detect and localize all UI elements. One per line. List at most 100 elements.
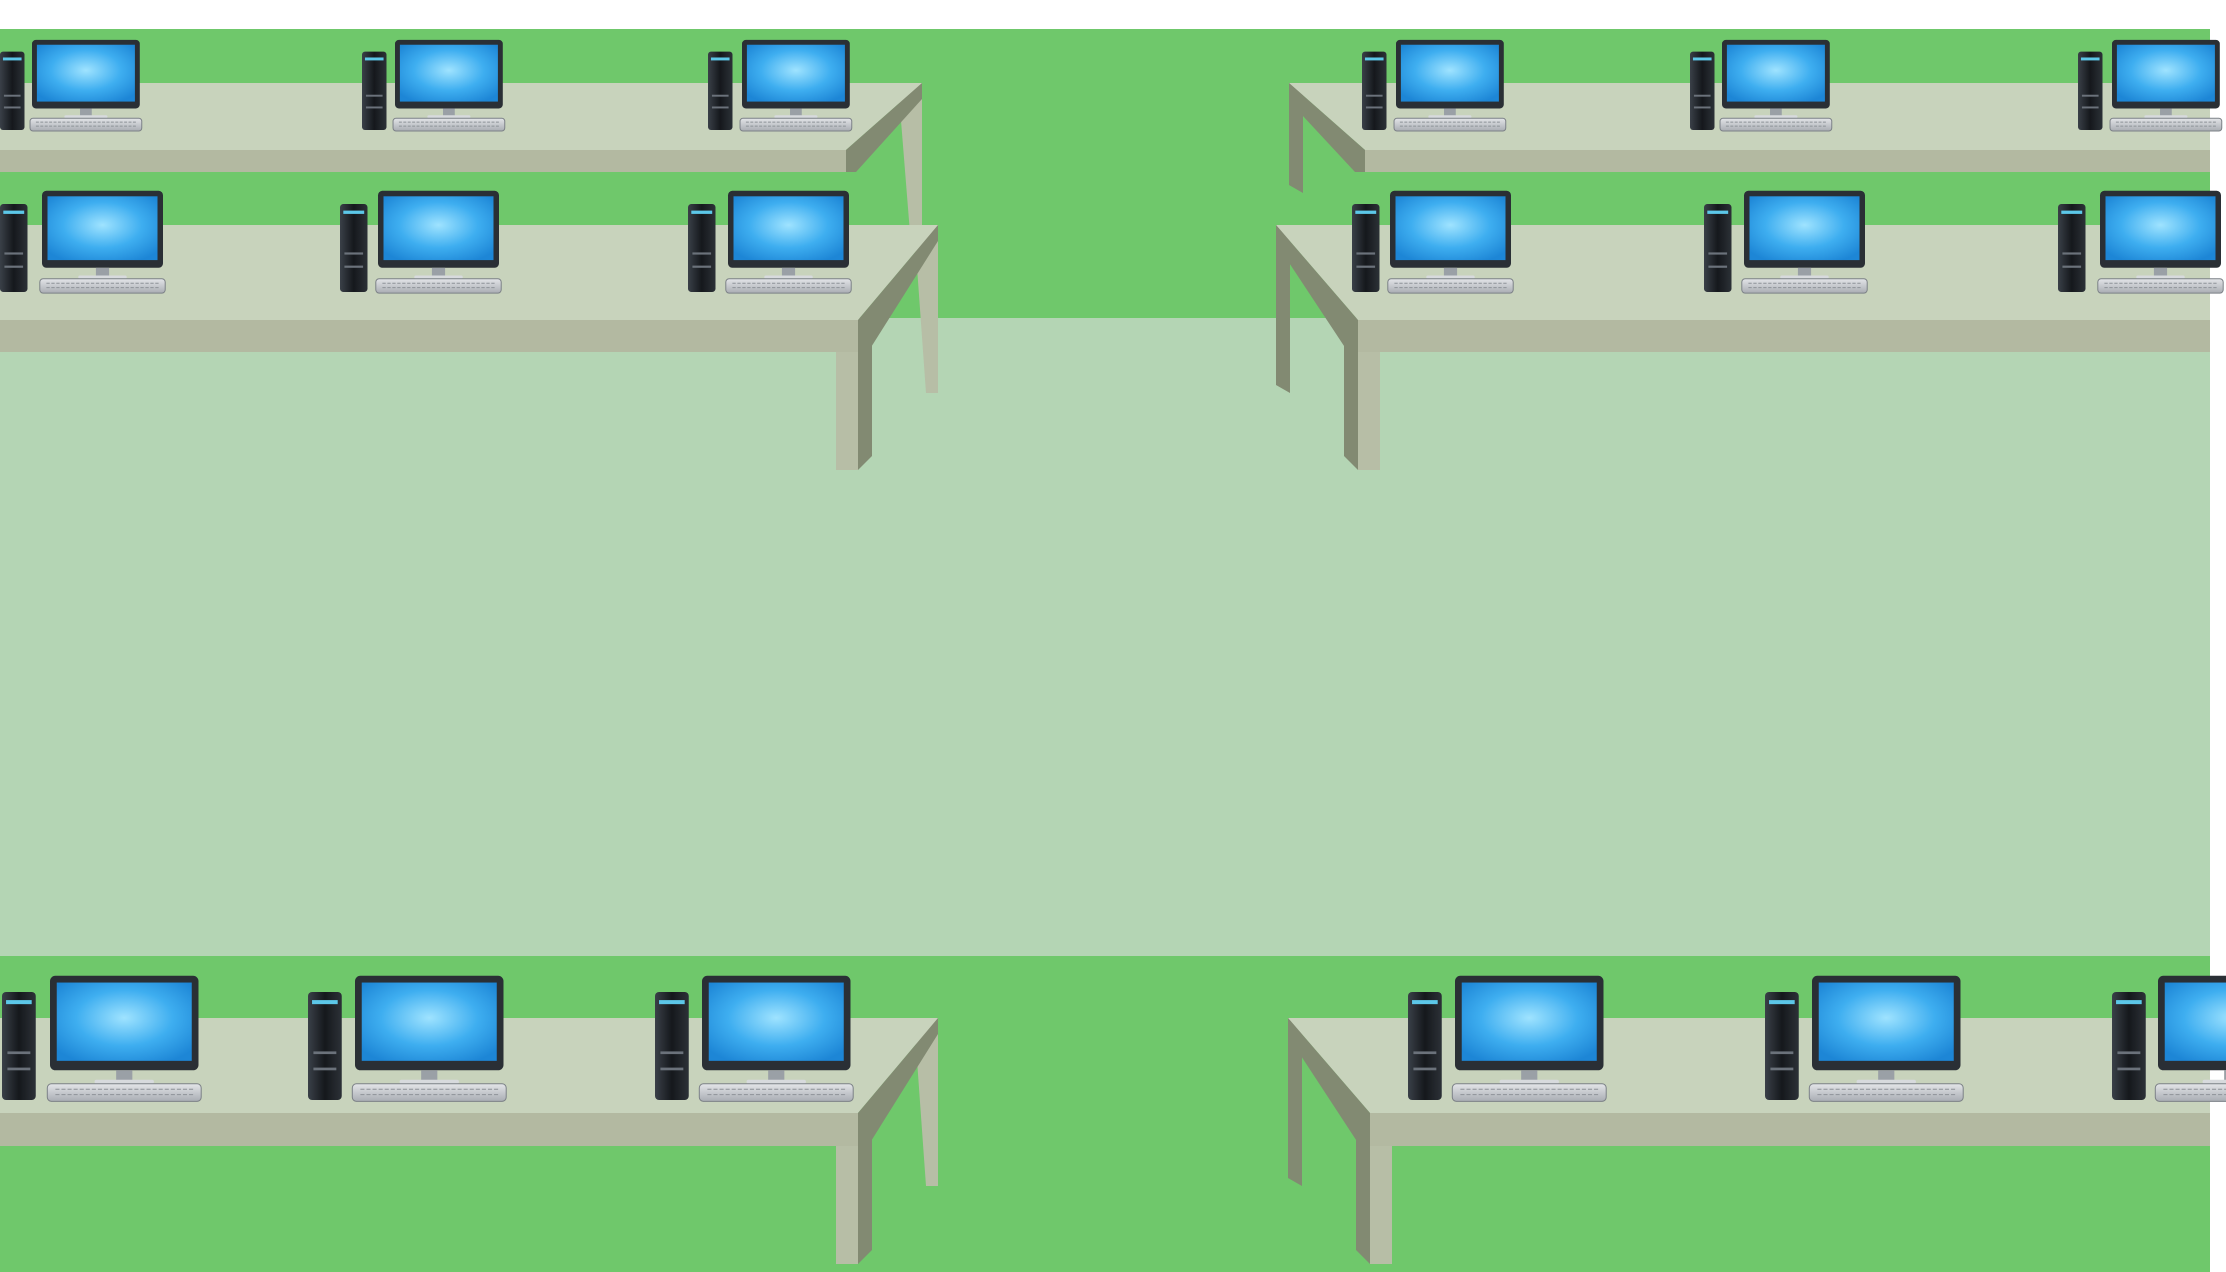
keyboard-icon [46, 1083, 202, 1102]
tower-slot [1413, 1051, 1437, 1055]
monitor-screen [56, 982, 192, 1061]
monitor-screen [1395, 196, 1506, 261]
keyboard-icon [1719, 117, 1833, 132]
tower-icon [2078, 51, 2103, 130]
monitor-base [2202, 1079, 2226, 1084]
keyboard-icon [39, 278, 166, 294]
desk-front-edge [1358, 320, 2210, 352]
tower-slot [4, 252, 24, 255]
monitor-base [1499, 1079, 1559, 1084]
tower-light [2, 57, 22, 61]
monitor-screen [746, 44, 845, 102]
tower-icon [2058, 204, 2086, 292]
tower-slot [365, 94, 383, 97]
tower-light [1707, 210, 1729, 214]
desk-front-edge [1370, 1113, 2210, 1146]
tower-light [1355, 210, 1377, 214]
tower-slot [692, 265, 712, 268]
tower-slot [2117, 1051, 2141, 1055]
desk-leg-side [858, 1132, 872, 1264]
tower-icon [1765, 992, 1799, 1100]
tower-slot [3, 94, 21, 97]
monitor-screen [36, 44, 135, 102]
tower-light [2061, 210, 2083, 214]
keyboard-icon [1393, 117, 1507, 132]
tower-slot [1356, 252, 1376, 255]
keyboard-icon [392, 117, 506, 132]
tower-slot [660, 1067, 684, 1071]
desk-leg-side [858, 338, 872, 470]
tower-light [2080, 57, 2100, 61]
keyboard-icon [351, 1083, 507, 1102]
monitor-stand [1521, 1070, 1538, 1082]
monitor-screen [1400, 44, 1499, 102]
tower-slot [2081, 94, 2099, 97]
tower-light [691, 210, 713, 214]
monitor-stand [1444, 108, 1456, 117]
tower-icon [0, 204, 28, 292]
keyboard-icon [29, 117, 143, 132]
tower-light [3, 210, 25, 214]
monitor-stand [1878, 1070, 1895, 1082]
tower-slot [344, 265, 364, 268]
tower-light [364, 57, 384, 61]
tower-icon [1690, 51, 1715, 130]
tower-slot [1356, 265, 1376, 268]
desk-front-edge [0, 150, 846, 172]
keyboard-icon [725, 278, 852, 294]
monitor-screen [399, 44, 498, 102]
tower-slot [660, 1051, 684, 1055]
monitor-screen [383, 196, 494, 261]
tower-slot [2062, 265, 2082, 268]
monitor-stand [790, 108, 802, 117]
monitor-screen [1726, 44, 1825, 102]
tower-light [343, 210, 365, 214]
tower-slot [1413, 1067, 1437, 1071]
monitor-stand [95, 267, 110, 277]
keyboard-icon [1451, 1083, 1607, 1102]
tower-slot [1708, 252, 1728, 255]
monitor-screen [1461, 982, 1597, 1061]
monitor-stand [781, 267, 796, 277]
monitor-stand [768, 1070, 785, 1082]
monitor-stand [443, 108, 455, 117]
keyboard-icon [1741, 278, 1868, 294]
monitor-screen [47, 196, 158, 261]
tower-slot [344, 252, 364, 255]
keyboard-icon [2154, 1083, 2226, 1102]
tower-icon [362, 51, 387, 130]
tower-slot [313, 1051, 337, 1055]
tower-slot [313, 1067, 337, 1071]
monitor-screen [1818, 982, 1954, 1061]
tower-light [312, 1000, 338, 1005]
keyboard-icon [1808, 1083, 1964, 1102]
desk-leg [836, 1146, 858, 1264]
monitor-screen [708, 982, 844, 1061]
tower-light [6, 1000, 32, 1005]
desk-leg-side [1356, 1132, 1370, 1264]
tower-slot [2117, 1067, 2141, 1071]
computer-lab-scene [0, 29, 2226, 1272]
tower-slot [1365, 94, 1383, 97]
tower-light [2116, 1000, 2142, 1005]
keyboard-icon [2097, 278, 2224, 294]
tower-light [1692, 57, 1712, 61]
desk-group-top-left-front [1289, 39, 2223, 193]
tower-slot [1770, 1051, 1794, 1055]
tower-light [710, 57, 730, 61]
tower-icon [655, 992, 689, 1100]
monitor-stand [80, 108, 92, 117]
monitor-stand [431, 267, 446, 277]
monitor-stand [1770, 108, 1782, 117]
keyboard-icon [1387, 278, 1514, 294]
monitor-stand [421, 1070, 438, 1082]
tower-slot [711, 106, 729, 109]
tower-icon [0, 51, 25, 130]
keyboard-icon [698, 1083, 854, 1102]
monitor-stand [2153, 267, 2168, 277]
tower-icon [1704, 204, 1732, 292]
desk-leg-side [1344, 338, 1358, 470]
tower-slot [7, 1067, 31, 1071]
monitor-screen [2105, 196, 2216, 261]
floor-light-band [0, 318, 2210, 956]
